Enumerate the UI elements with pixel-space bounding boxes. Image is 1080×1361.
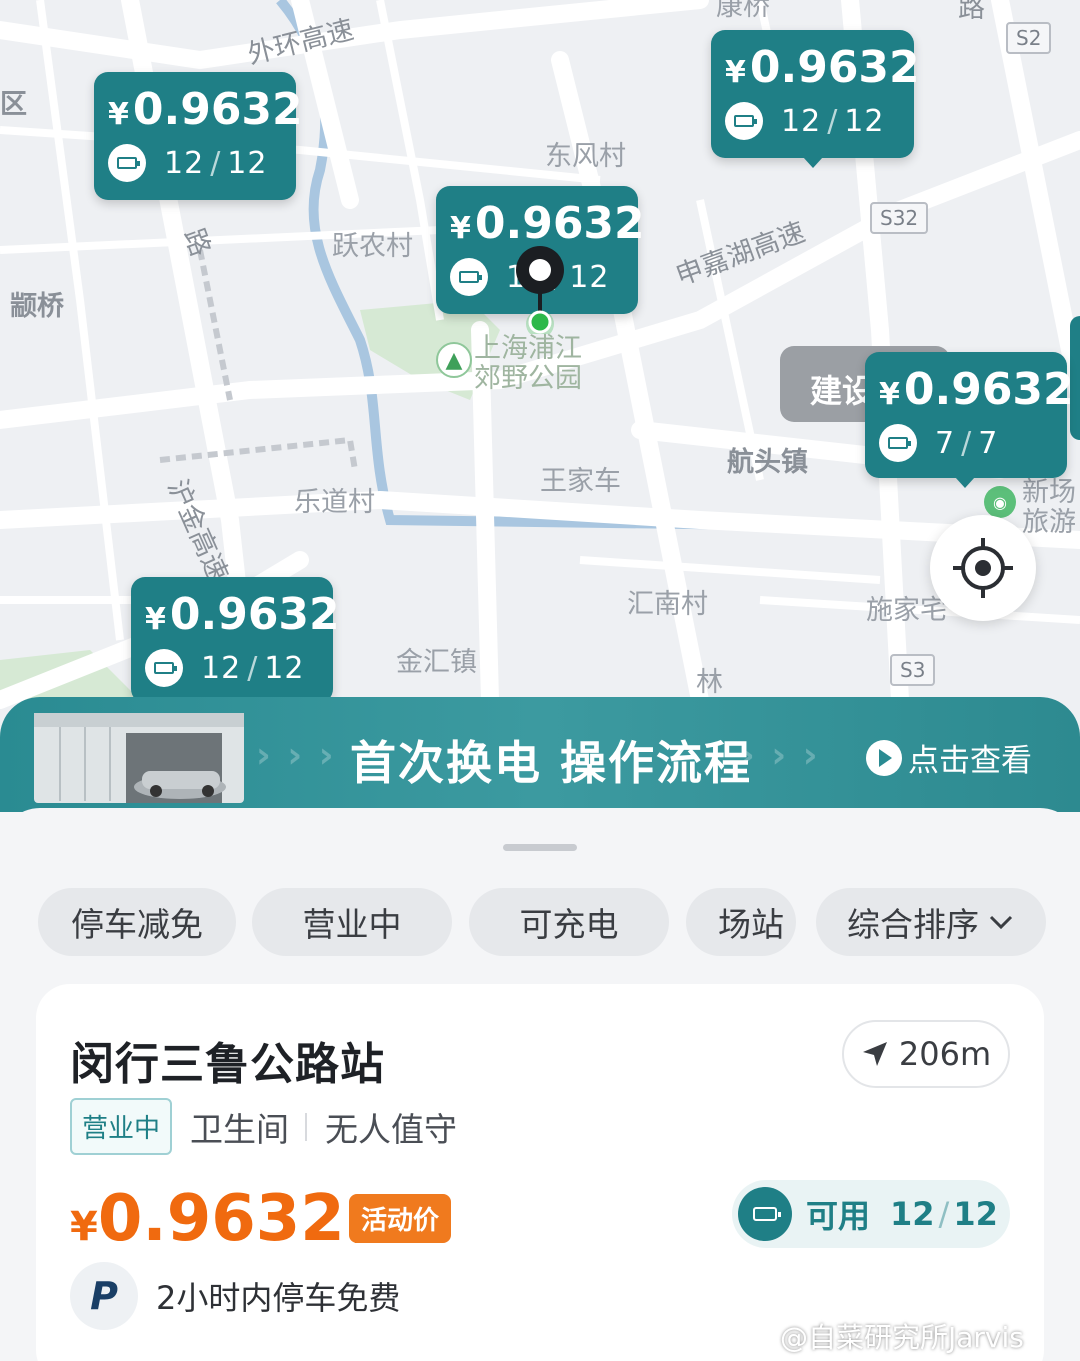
status-badge: 营业中 — [70, 1098, 173, 1155]
map-pin-station[interactable]: ¥0.9632 12/12 — [94, 72, 303, 200]
place-ledaocun: 乐道村 — [294, 487, 375, 518]
view-guide-link[interactable]: 点击查看 — [866, 735, 1032, 780]
battery-icon — [450, 258, 488, 296]
banner-title: 首次换电 操作流程 — [350, 736, 753, 790]
parking-info: P 2小时内停车免费 — [70, 1262, 400, 1330]
amenity-restroom: 卫生间 — [190, 1109, 290, 1149]
place-wangjiache: 王家车 — [540, 466, 621, 497]
available-count: 12 — [890, 1195, 935, 1233]
pin-price: 0.9632 — [169, 589, 340, 640]
sort-dropdown[interactable]: 综合排序 — [816, 888, 1046, 956]
parking-icon: P — [70, 1262, 138, 1330]
place-park-line2: 郊野公园 — [474, 363, 582, 394]
sheet-drag-handle[interactable] — [503, 844, 577, 851]
promo-badge: 活动价 — [349, 1194, 452, 1243]
filter-chip-parking[interactable]: 停车减免 — [38, 888, 236, 956]
watermark: @自菜研究所Jarvis — [780, 1321, 1024, 1354]
station-tags: 营业中 卫生间 无人值守 — [70, 1098, 457, 1155]
pin-available: 12 — [164, 145, 205, 181]
map-pin-station[interactable]: ¥0.9632 12/12 — [131, 577, 340, 703]
availability-label: 可用 — [806, 1197, 871, 1235]
chevron-down-icon — [989, 915, 1013, 930]
filter-chip-open[interactable]: 营业中 — [252, 888, 452, 956]
pin-price: 0.9632 — [474, 198, 645, 249]
battery-icon — [108, 144, 146, 182]
battery-icon — [725, 102, 763, 140]
pin-available: 12 — [201, 650, 242, 686]
map-pin-station[interactable]: ¥0.9632 7/7 — [865, 352, 1074, 488]
pin-total: 12 — [227, 145, 268, 181]
parking-text: 2小时内停车免费 — [156, 1279, 401, 1317]
play-icon — [866, 739, 902, 776]
place-hangtouzhen: 航头镇 — [727, 447, 808, 478]
place-xinchang-line2: 旅游 — [1022, 507, 1076, 538]
place-dongfengcun: 东风村 — [545, 141, 626, 172]
shield-s2: S2 — [1006, 22, 1052, 54]
pin-total: 12 — [264, 650, 305, 686]
battery-icon — [738, 1187, 792, 1241]
navigation-arrow-icon — [862, 1042, 887, 1066]
navigate-distance-button[interactable]: 206m — [842, 1020, 1010, 1088]
view-guide-label: 点击查看 — [908, 743, 1032, 779]
camera-poi-icon: ◉ — [984, 486, 1016, 518]
pin-price: 0.9632 — [132, 84, 303, 135]
filter-chip-charging[interactable]: 可充电 — [469, 888, 669, 956]
total-count: 12 — [953, 1195, 998, 1233]
pin-total: 12 — [844, 103, 885, 139]
locate-me-button[interactable] — [930, 515, 1036, 621]
place-huinancun: 汇南村 — [627, 589, 708, 620]
place-yuenongcun: 跃农村 — [332, 231, 413, 262]
pin-total: 12 — [569, 259, 610, 295]
price-value: 0.9632 — [97, 1182, 345, 1256]
place-yanqiao: 颛桥 — [10, 291, 64, 322]
map-pin-station[interactable]: ¥0.9632 12/12 — [711, 30, 920, 168]
battery-icon — [879, 424, 917, 462]
road-fragment-top: 路 — [958, 0, 985, 24]
station-card[interactable]: 闵行三鲁公路站 206m 营业中 卫生间 无人值守 ¥ 0.9632 /度 活动… — [36, 984, 1044, 1361]
battery-icon — [145, 649, 183, 687]
station-distance: 206m — [898, 1035, 992, 1073]
place-kangqiao: 康桥 — [716, 0, 770, 22]
shield-s32: S32 — [870, 202, 929, 234]
crosshair-icon — [953, 538, 1013, 598]
place-jinhuizhen: 金汇镇 — [396, 647, 477, 678]
place-district: 区 — [0, 89, 27, 120]
place-shijiazhai: 施家宅 — [866, 595, 947, 626]
amenity-unattended: 无人值守 — [325, 1109, 458, 1149]
station-name: 闵行三鲁公路站 — [70, 1039, 385, 1090]
current-location-marker-icon — [516, 246, 564, 334]
place-lin: 林 — [696, 667, 723, 698]
station-list-sheet[interactable]: 停车减免 营业中 可充电 场站 综合排序 闵行三鲁公路站 206m 营业中 卫生… — [0, 808, 1080, 1361]
chevrons-decoration: › › › — [256, 735, 336, 776]
map-view[interactable]: 康桥 东风村 跃农村 颛桥 乐道村 王家车 航头镇 汇南村 金汇镇 施家宅 林 … — [0, 0, 1080, 760]
sort-label: 综合排序 — [847, 905, 979, 944]
filter-chips: 停车减免 营业中 可充电 场站 综合排序 — [38, 888, 1048, 956]
park-tree-icon: ▲ — [436, 342, 472, 378]
pin-total: 7 — [978, 425, 999, 461]
filter-chip-station[interactable]: 场站 — [686, 888, 796, 956]
swap-station-image — [34, 713, 244, 803]
pin-price: 0.9632 — [903, 364, 1074, 415]
first-swap-guide-banner[interactable]: › › › › › › 首次换电 操作流程 点击查看 — [0, 697, 1080, 812]
pin-available: 12 — [781, 103, 822, 139]
divider — [305, 1112, 308, 1141]
pin-available: 7 — [935, 425, 956, 461]
shield-s3: S3 — [890, 654, 936, 686]
pin-price: 0.9632 — [749, 42, 920, 93]
availability-pill: 可用 12/12 — [732, 1180, 1010, 1248]
